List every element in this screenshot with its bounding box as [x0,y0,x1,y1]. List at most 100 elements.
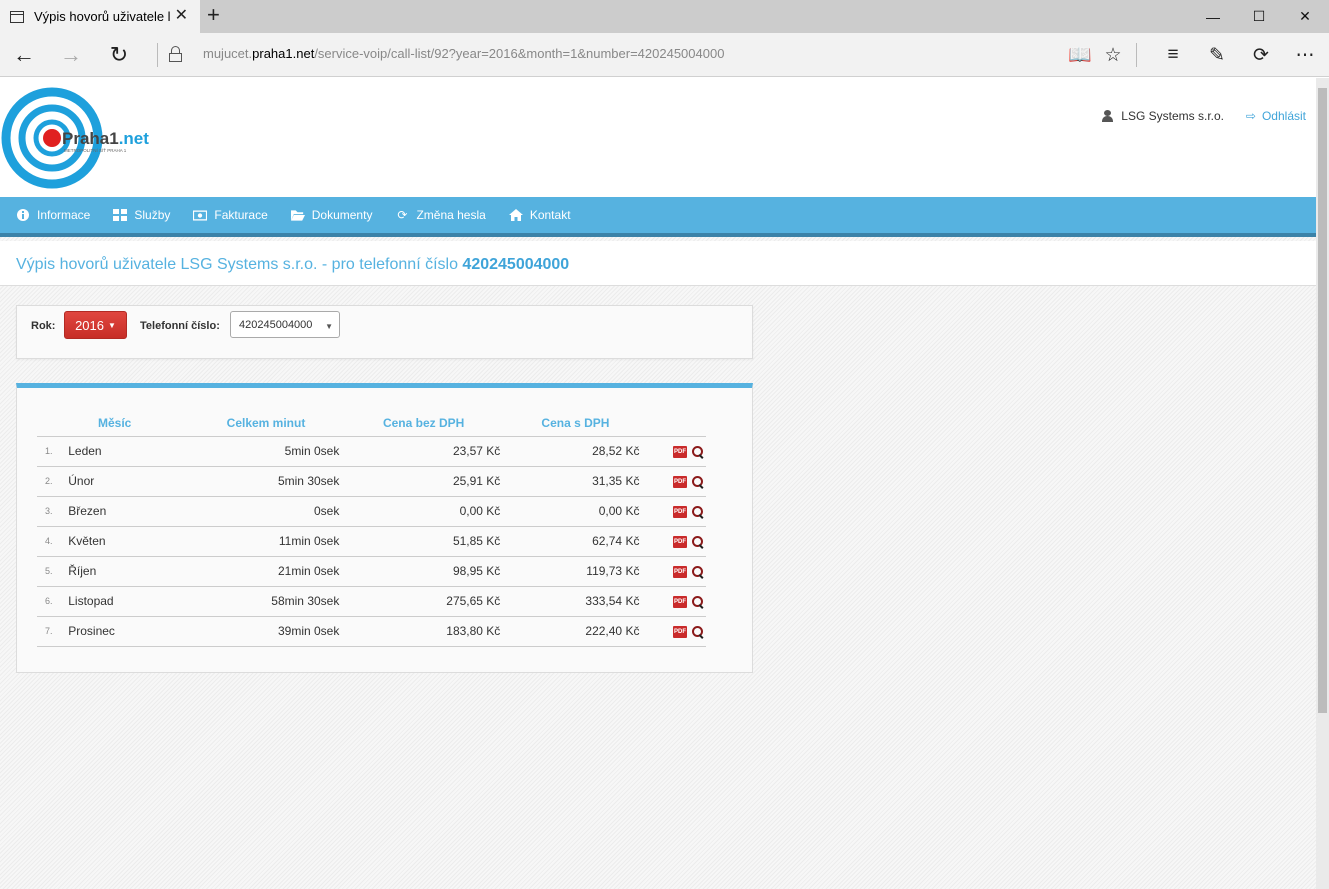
pdf-icon[interactable]: PDF [673,595,687,608]
row-index: 5. [37,556,69,587]
info-icon [16,208,30,222]
table-row: 5. Říjen 21min 0sek 98,95 Kč 119,73 Kč P… [37,556,706,587]
row-actions: PDF [639,496,706,527]
pdf-icon[interactable]: PDF [673,565,687,578]
magnifier-icon[interactable] [692,535,704,548]
call-list-panel: Měsíc Celkem minut Cena bez DPH Cena s D… [16,383,753,673]
browser-addressbar: ← → ↻ mujucet.praha1.net/service-voip/ca… [0,33,1329,77]
filter-panel: Rok: 2016 ▼ Telefonní číslo: 42024500400… [16,305,753,359]
row-month: Prosinec [68,616,193,647]
vertical-scrollbar[interactable] [1316,78,1329,889]
nav-label: Fakturace [214,208,268,222]
row-month: Listopad [68,586,193,617]
row-minutes: 58min 30sek [192,586,340,617]
magnifier-icon[interactable] [692,625,704,638]
share-icon[interactable]: ⟳ [1248,43,1274,67]
home-icon [508,208,523,222]
row-actions: PDF [639,526,706,557]
row-price-vat: 28,52 Kč [500,436,640,467]
magnifier-icon[interactable] [692,595,704,608]
minimize-icon[interactable]: — [1190,0,1236,33]
row-price-vat: 333,54 Kč [500,586,640,617]
phone-number-value: 420245004000 [239,318,313,331]
nav-item-sluzby[interactable]: Služby [113,208,170,222]
browser-tab[interactable]: Výpis hovorů uživatele l ✕ [0,0,200,33]
row-month: Květen [68,526,193,557]
nav-item-informace[interactable]: Informace [16,208,90,222]
praha1-logo[interactable]: Praha1.net METROPOLITNÍ SÍŤ PRAHA 1 [0,86,160,190]
magnifier-icon[interactable] [692,445,704,458]
row-price: 51,85 Kč [339,526,501,557]
favorite-star-icon[interactable]: ☆ [1100,43,1126,67]
title-phone-number: 420245004000 [462,256,570,273]
row-minutes: 39min 0sek [192,616,340,647]
main-navigation: Informace Služby Fakturace Dokumenty ⟳ Z… [0,197,1316,237]
nav-item-zmena-hesla[interactable]: ⟳ Změna hesla [395,208,485,222]
row-index: 6. [37,586,69,617]
user-info: LSG Systems s.r.o. [1102,109,1224,123]
year-label: Rok: [31,320,56,332]
user-icon [1102,110,1114,122]
year-dropdown-button[interactable]: 2016 ▼ [64,311,127,339]
table-row: 6. Listopad 58min 30sek 275,65 Kč 333,54… [37,586,706,617]
magnifier-icon[interactable] [692,505,704,518]
svg-text:Praha1.net: Praha1.net [62,129,149,148]
new-tab-icon[interactable]: + [207,4,220,26]
phone-number-select[interactable]: 420245004000 ▼ [230,311,340,338]
pdf-icon[interactable]: PDF [673,535,687,548]
forward-icon[interactable]: → [57,41,85,69]
nav-item-fakturace[interactable]: Fakturace [193,208,268,222]
magnifier-icon[interactable] [692,565,704,578]
close-window-icon[interactable]: ✕ [1282,0,1328,33]
nav-item-dokumenty[interactable]: Dokumenty [290,208,373,222]
row-minutes: 21min 0sek [192,556,340,587]
nav-label: Dokumenty [311,208,373,222]
row-month: Říjen [68,556,193,587]
web-note-icon[interactable]: ✎ [1204,43,1230,67]
user-name: LSG Systems s.r.o. [1121,109,1224,123]
pdf-icon[interactable]: PDF [673,625,687,638]
toolbar-separator [1136,43,1137,67]
hub-icon[interactable]: ≡ [1160,43,1186,67]
row-minutes: 5min 0sek [192,436,340,467]
lock-icon [169,46,182,62]
column-header-price: Cena bez DPH [339,410,501,437]
chevron-down-icon: ▼ [325,322,333,331]
row-minutes: 11min 0sek [192,526,340,557]
table-row: 2. Únor 5min 30sek 25,91 Kč 31,35 Kč PDF [37,466,706,497]
row-actions: PDF [639,466,706,497]
row-price: 183,80 Kč [339,616,501,647]
logout-link[interactable]: ⇨ Odhlásit [1246,109,1306,123]
close-tab-icon[interactable]: ✕ [175,8,188,24]
site-header: Praha1.net METROPOLITNÍ SÍŤ PRAHA 1 LSG … [0,78,1316,197]
row-price: 0,00 Kč [339,496,501,527]
row-price: 25,91 Kč [339,466,501,497]
magnifier-icon[interactable] [692,475,704,488]
column-header-price-vat: Cena s DPH [500,410,640,437]
row-month: Leden [68,436,193,467]
row-actions: PDF [639,436,706,467]
row-price-vat: 0,00 Kč [500,496,640,527]
pdf-icon[interactable]: PDF [673,505,687,518]
reading-view-icon[interactable]: 📖 [1067,43,1093,67]
page-icon [10,10,24,23]
page-content: Praha1.net METROPOLITNÍ SÍŤ PRAHA 1 LSG … [0,78,1316,889]
scrollbar-thumb[interactable] [1318,88,1327,713]
row-price-vat: 62,74 Kč [500,526,640,557]
maximize-icon[interactable]: ☐ [1236,0,1282,33]
row-index: 1. [37,436,69,467]
phone-number-label: Telefonní číslo: [140,320,220,332]
row-actions: PDF [639,616,706,647]
refresh-icon[interactable]: ↻ [105,41,133,69]
folder-icon [290,208,305,222]
row-index: 7. [37,616,69,647]
pdf-icon[interactable]: PDF [673,475,687,488]
back-icon[interactable]: ← [10,41,38,69]
tab-title: Výpis hovorů uživatele l [34,9,171,24]
table-header-row: Měsíc Celkem minut Cena bez DPH Cena s D… [37,410,706,437]
url-field[interactable]: mujucet.praha1.net/service-voip/call-lis… [203,46,724,61]
pdf-icon[interactable]: PDF [673,445,687,458]
nav-item-kontakt[interactable]: Kontakt [508,208,571,222]
row-price-vat: 119,73 Kč [500,556,640,587]
more-icon[interactable]: ⋯ [1292,43,1318,67]
